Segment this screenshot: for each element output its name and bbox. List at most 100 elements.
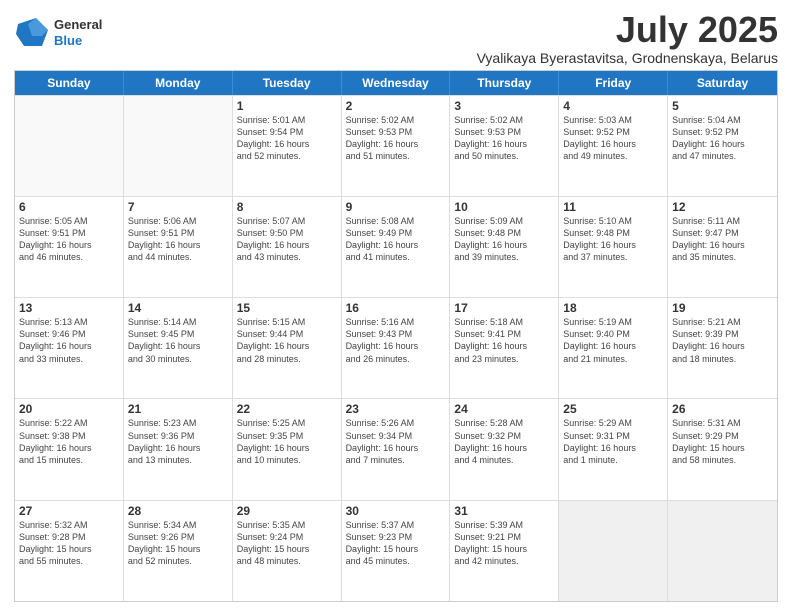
calendar-day-30: 30Sunrise: 5:37 AMSunset: 9:23 PMDayligh… [342, 501, 451, 601]
calendar-empty-cell [124, 96, 233, 196]
logo-text: GeneralBlue [54, 17, 102, 48]
calendar-day-18: 18Sunrise: 5:19 AMSunset: 9:40 PMDayligh… [559, 298, 668, 398]
day-number: 11 [563, 200, 663, 214]
header-day-friday: Friday [559, 71, 668, 95]
title-block: July 2025 Vyalikaya Byerastavitsa, Grodn… [477, 10, 778, 66]
calendar: SundayMondayTuesdayWednesdayThursdayFrid… [14, 70, 778, 602]
calendar-day-17: 17Sunrise: 5:18 AMSunset: 9:41 PMDayligh… [450, 298, 559, 398]
day-number: 14 [128, 301, 228, 315]
day-number: 29 [237, 504, 337, 518]
day-number: 4 [563, 99, 663, 113]
day-details: Sunrise: 5:02 AMSunset: 9:53 PMDaylight:… [454, 114, 554, 163]
calendar-day-5: 5Sunrise: 5:04 AMSunset: 9:52 PMDaylight… [668, 96, 777, 196]
day-number: 15 [237, 301, 337, 315]
day-number: 17 [454, 301, 554, 315]
day-details: Sunrise: 5:16 AMSunset: 9:43 PMDaylight:… [346, 316, 446, 365]
calendar-day-4: 4Sunrise: 5:03 AMSunset: 9:52 PMDaylight… [559, 96, 668, 196]
calendar-header: SundayMondayTuesdayWednesdayThursdayFrid… [15, 71, 777, 95]
logo: GeneralBlue [14, 14, 102, 52]
calendar-day-8: 8Sunrise: 5:07 AMSunset: 9:50 PMDaylight… [233, 197, 342, 297]
calendar-day-19: 19Sunrise: 5:21 AMSunset: 9:39 PMDayligh… [668, 298, 777, 398]
calendar-day-22: 22Sunrise: 5:25 AMSunset: 9:35 PMDayligh… [233, 399, 342, 499]
calendar-day-11: 11Sunrise: 5:10 AMSunset: 9:48 PMDayligh… [559, 197, 668, 297]
day-details: Sunrise: 5:09 AMSunset: 9:48 PMDaylight:… [454, 215, 554, 264]
subtitle: Vyalikaya Byerastavitsa, Grodnenskaya, B… [477, 50, 778, 66]
calendar-week-2: 6Sunrise: 5:05 AMSunset: 9:51 PMDaylight… [15, 196, 777, 297]
day-details: Sunrise: 5:04 AMSunset: 9:52 PMDaylight:… [672, 114, 773, 163]
calendar-day-20: 20Sunrise: 5:22 AMSunset: 9:38 PMDayligh… [15, 399, 124, 499]
calendar-day-24: 24Sunrise: 5:28 AMSunset: 9:32 PMDayligh… [450, 399, 559, 499]
calendar-day-14: 14Sunrise: 5:14 AMSunset: 9:45 PMDayligh… [124, 298, 233, 398]
header-day-tuesday: Tuesday [233, 71, 342, 95]
day-details: Sunrise: 5:26 AMSunset: 9:34 PMDaylight:… [346, 417, 446, 466]
day-details: Sunrise: 5:15 AMSunset: 9:44 PMDaylight:… [237, 316, 337, 365]
calendar-day-10: 10Sunrise: 5:09 AMSunset: 9:48 PMDayligh… [450, 197, 559, 297]
day-details: Sunrise: 5:11 AMSunset: 9:47 PMDaylight:… [672, 215, 773, 264]
calendar-empty-cell [559, 501, 668, 601]
day-number: 13 [19, 301, 119, 315]
header-day-monday: Monday [124, 71, 233, 95]
day-number: 10 [454, 200, 554, 214]
day-number: 27 [19, 504, 119, 518]
calendar-day-21: 21Sunrise: 5:23 AMSunset: 9:36 PMDayligh… [124, 399, 233, 499]
day-details: Sunrise: 5:10 AMSunset: 9:48 PMDaylight:… [563, 215, 663, 264]
day-details: Sunrise: 5:22 AMSunset: 9:38 PMDaylight:… [19, 417, 119, 466]
calendar-day-23: 23Sunrise: 5:26 AMSunset: 9:34 PMDayligh… [342, 399, 451, 499]
calendar-day-9: 9Sunrise: 5:08 AMSunset: 9:49 PMDaylight… [342, 197, 451, 297]
day-details: Sunrise: 5:19 AMSunset: 9:40 PMDaylight:… [563, 316, 663, 365]
calendar-day-31: 31Sunrise: 5:39 AMSunset: 9:21 PMDayligh… [450, 501, 559, 601]
day-number: 5 [672, 99, 773, 113]
calendar-day-6: 6Sunrise: 5:05 AMSunset: 9:51 PMDaylight… [15, 197, 124, 297]
day-number: 24 [454, 402, 554, 416]
calendar-empty-cell [668, 501, 777, 601]
day-number: 19 [672, 301, 773, 315]
day-details: Sunrise: 5:13 AMSunset: 9:46 PMDaylight:… [19, 316, 119, 365]
day-number: 31 [454, 504, 554, 518]
calendar-day-1: 1Sunrise: 5:01 AMSunset: 9:54 PMDaylight… [233, 96, 342, 196]
header-day-wednesday: Wednesday [342, 71, 451, 95]
calendar-week-1: 1Sunrise: 5:01 AMSunset: 9:54 PMDaylight… [15, 95, 777, 196]
day-number: 25 [563, 402, 663, 416]
day-details: Sunrise: 5:39 AMSunset: 9:21 PMDaylight:… [454, 519, 554, 568]
day-number: 1 [237, 99, 337, 113]
header-day-thursday: Thursday [450, 71, 559, 95]
calendar-day-15: 15Sunrise: 5:15 AMSunset: 9:44 PMDayligh… [233, 298, 342, 398]
calendar-day-26: 26Sunrise: 5:31 AMSunset: 9:29 PMDayligh… [668, 399, 777, 499]
day-number: 6 [19, 200, 119, 214]
day-number: 7 [128, 200, 228, 214]
day-details: Sunrise: 5:06 AMSunset: 9:51 PMDaylight:… [128, 215, 228, 264]
calendar-body: 1Sunrise: 5:01 AMSunset: 9:54 PMDaylight… [15, 95, 777, 601]
calendar-week-4: 20Sunrise: 5:22 AMSunset: 9:38 PMDayligh… [15, 398, 777, 499]
calendar-day-29: 29Sunrise: 5:35 AMSunset: 9:24 PMDayligh… [233, 501, 342, 601]
calendar-day-13: 13Sunrise: 5:13 AMSunset: 9:46 PMDayligh… [15, 298, 124, 398]
calendar-day-16: 16Sunrise: 5:16 AMSunset: 9:43 PMDayligh… [342, 298, 451, 398]
day-details: Sunrise: 5:34 AMSunset: 9:26 PMDaylight:… [128, 519, 228, 568]
day-details: Sunrise: 5:21 AMSunset: 9:39 PMDaylight:… [672, 316, 773, 365]
day-number: 8 [237, 200, 337, 214]
header-day-sunday: Sunday [15, 71, 124, 95]
calendar-day-3: 3Sunrise: 5:02 AMSunset: 9:53 PMDaylight… [450, 96, 559, 196]
logo-svg [14, 14, 52, 52]
day-details: Sunrise: 5:18 AMSunset: 9:41 PMDaylight:… [454, 316, 554, 365]
main-title: July 2025 [477, 10, 778, 50]
day-details: Sunrise: 5:28 AMSunset: 9:32 PMDaylight:… [454, 417, 554, 466]
day-details: Sunrise: 5:35 AMSunset: 9:24 PMDaylight:… [237, 519, 337, 568]
calendar-day-28: 28Sunrise: 5:34 AMSunset: 9:26 PMDayligh… [124, 501, 233, 601]
day-number: 23 [346, 402, 446, 416]
header: GeneralBlue July 2025 Vyalikaya Byerasta… [14, 10, 778, 66]
day-number: 28 [128, 504, 228, 518]
day-details: Sunrise: 5:32 AMSunset: 9:28 PMDaylight:… [19, 519, 119, 568]
day-details: Sunrise: 5:14 AMSunset: 9:45 PMDaylight:… [128, 316, 228, 365]
day-number: 26 [672, 402, 773, 416]
day-number: 21 [128, 402, 228, 416]
day-number: 12 [672, 200, 773, 214]
day-details: Sunrise: 5:07 AMSunset: 9:50 PMDaylight:… [237, 215, 337, 264]
day-details: Sunrise: 5:37 AMSunset: 9:23 PMDaylight:… [346, 519, 446, 568]
day-details: Sunrise: 5:05 AMSunset: 9:51 PMDaylight:… [19, 215, 119, 264]
day-number: 18 [563, 301, 663, 315]
day-details: Sunrise: 5:03 AMSunset: 9:52 PMDaylight:… [563, 114, 663, 163]
day-number: 16 [346, 301, 446, 315]
day-details: Sunrise: 5:01 AMSunset: 9:54 PMDaylight:… [237, 114, 337, 163]
calendar-empty-cell [15, 96, 124, 196]
day-number: 30 [346, 504, 446, 518]
